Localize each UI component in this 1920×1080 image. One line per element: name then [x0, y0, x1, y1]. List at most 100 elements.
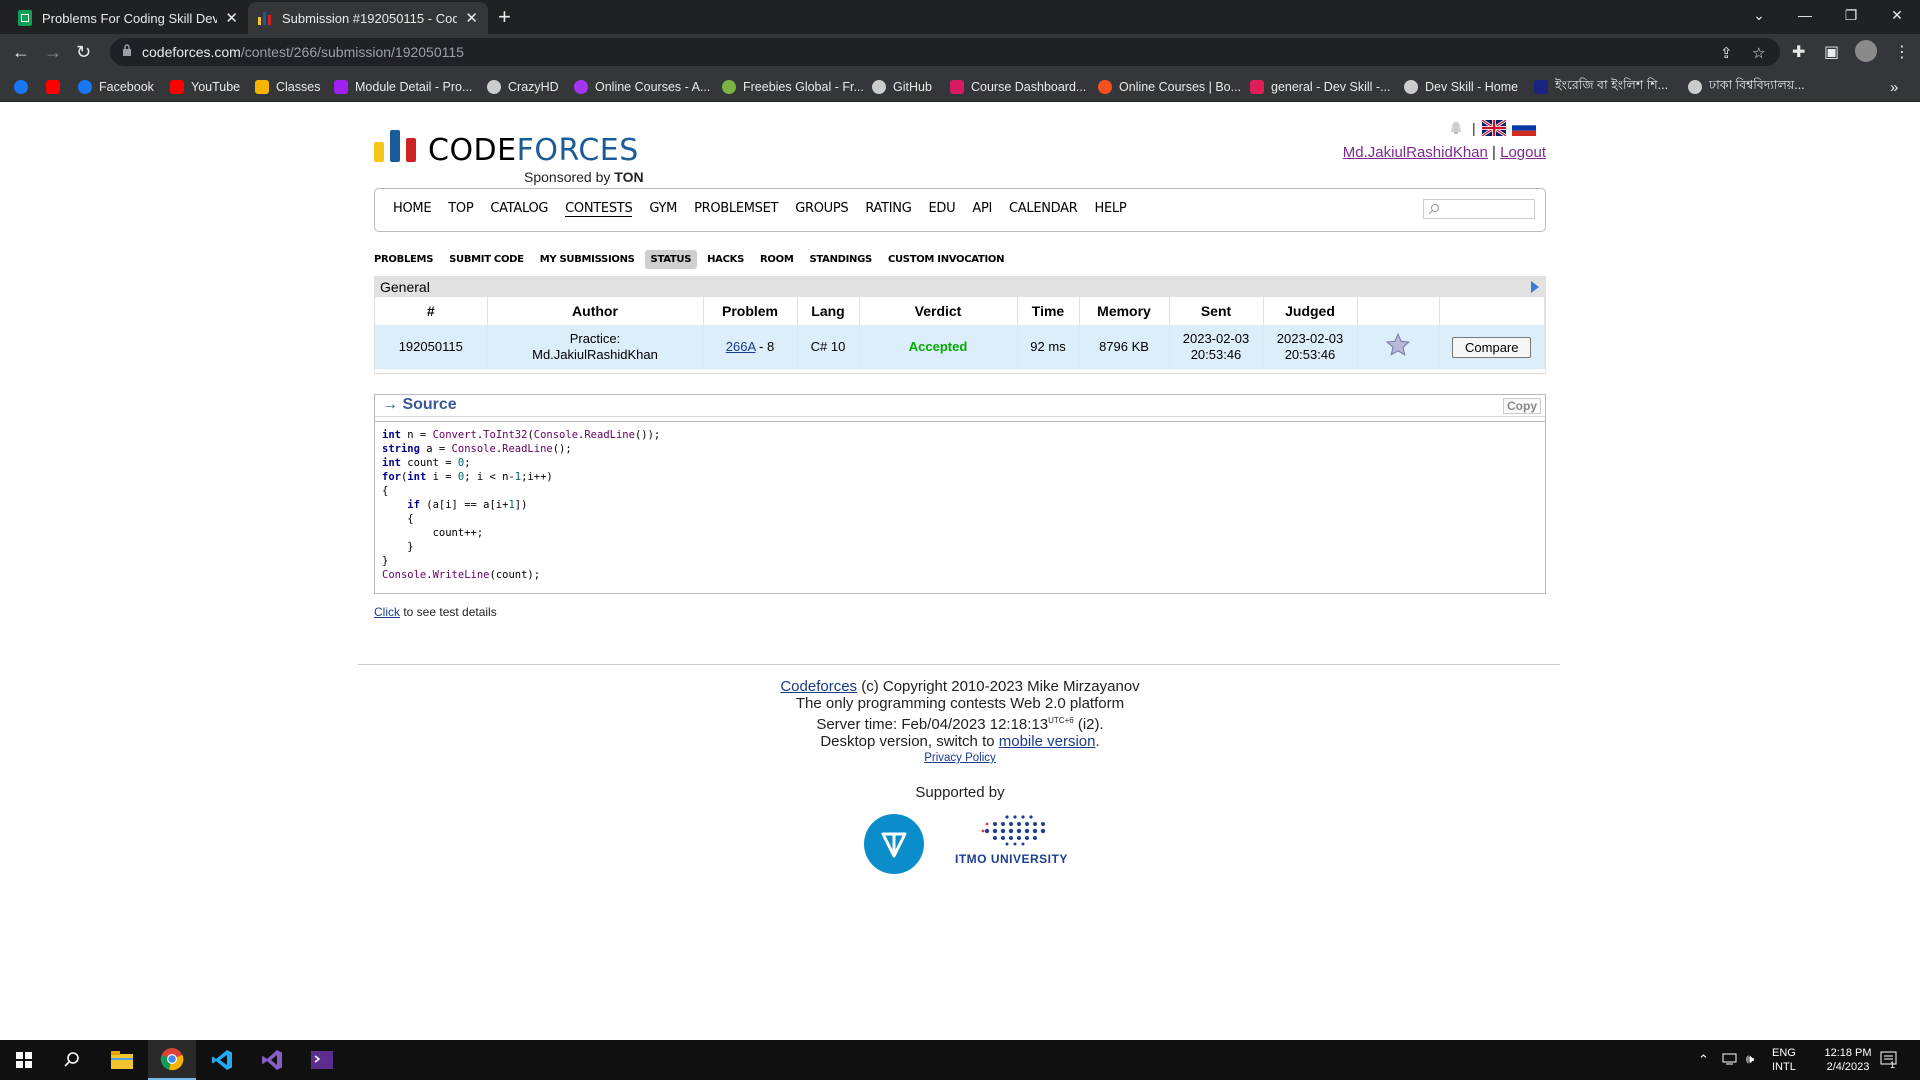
bookmark-dhaka-university[interactable]: ঢাকা বিশ্ববিদ্যালয়... [1688, 78, 1805, 96]
submenu-standings[interactable]: STANDINGS [809, 251, 872, 268]
click-link[interactable]: Click [374, 605, 400, 619]
contest-submenu: PROBLEMS SUBMIT CODE MY SUBMISSIONS STAT… [374, 250, 1020, 269]
menu-home[interactable]: HOME [393, 201, 432, 217]
submenu-status[interactable]: STATUS [644, 250, 698, 269]
english-flag-icon[interactable] [1481, 120, 1506, 136]
visual-studio-icon[interactable] [248, 1040, 296, 1080]
bookmark-course-dashboard[interactable]: Course Dashboard... [950, 78, 1086, 96]
ton-logo[interactable] [864, 814, 924, 874]
code-line: { [382, 513, 414, 525]
more-bookmarks-icon[interactable]: » [1890, 78, 1898, 96]
terminal-icon[interactable] [298, 1040, 346, 1080]
youtube-icon [46, 80, 60, 94]
forward-icon[interactable]: → [44, 42, 62, 62]
menu-edu[interactable]: EDU [929, 201, 956, 217]
tab-submission[interactable]: Submission #192050115 - Codef ✕ [248, 2, 488, 34]
test-details-line: Click to see test details [374, 605, 497, 619]
bookmark-github[interactable]: GitHub [872, 78, 932, 96]
menu-help[interactable]: HELP [1095, 201, 1127, 217]
tab-problems-for-coding[interactable]: Problems For Coding Skill Develo ✕ [8, 2, 248, 34]
supported-by-text: Supported by [915, 784, 1005, 801]
compare-button[interactable]: Compare [1452, 336, 1532, 358]
facebook-icon [14, 80, 28, 94]
bookmark-dev-skill-home[interactable]: Dev Skill - Home [1404, 78, 1518, 96]
submenu-custom-invocation[interactable]: CUSTOM INVOCATION [888, 251, 1004, 268]
tab-search-icon[interactable]: ⌄ [1736, 0, 1782, 30]
bookmark-english-learning[interactable]: ইংরেজি বা ইংলিশ শি... [1534, 78, 1668, 96]
submission-verdict: Accepted [859, 325, 1018, 369]
file-explorer-icon[interactable] [98, 1040, 146, 1080]
menu-groups[interactable]: GROUPS [795, 201, 848, 217]
restore-icon[interactable]: ❐ [1828, 0, 1874, 30]
submission-memory: 8796 KB [1079, 325, 1170, 369]
reload-icon[interactable]: ↻ [76, 42, 91, 62]
clock[interactable]: 12:18 PM 2/4/2023 [1808, 1046, 1888, 1074]
new-tab-icon[interactable]: + [498, 6, 511, 28]
bookmark-facebook[interactable]: Facebook [78, 78, 154, 96]
submenu-hacks[interactable]: HACKS [707, 251, 744, 268]
bookmark-general-dev-skill[interactable]: general - Dev Skill -... [1250, 78, 1390, 96]
notifications-icon[interactable]: 1 [1880, 1050, 1900, 1072]
menu-problemset[interactable]: PROBLEMSET [694, 201, 778, 217]
address-bar[interactable]: codeforces.com/contest/266/submission/19… [110, 38, 1780, 66]
menu-dots-icon[interactable]: ⋮ [1894, 42, 1910, 62]
itmo-logo[interactable]: ITMO UNIVERSITY [953, 814, 1078, 874]
search-taskbar-icon[interactable] [48, 1040, 96, 1080]
volume-icon[interactable]: 🕪 [1746, 1052, 1754, 1066]
input-language[interactable]: ENG INTL [1772, 1046, 1796, 1074]
back-icon[interactable]: ← [12, 42, 30, 62]
menu-catalog[interactable]: CATALOG [490, 201, 548, 217]
russian-flag-icon[interactable] [1511, 120, 1536, 136]
side-panel-icon[interactable]: ▣ [1824, 42, 1839, 62]
code-line: } [382, 555, 389, 567]
privacy-policy-link[interactable]: Privacy Policy [924, 752, 996, 764]
favorite-star-icon[interactable] [1385, 332, 1411, 358]
share-icon[interactable]: ⇪ [1720, 44, 1733, 62]
user-separator: | [1492, 144, 1496, 161]
bookmark-online-courses-bo[interactable]: Online Courses | Bo... [1098, 78, 1241, 96]
logout-link[interactable]: Logout [1500, 144, 1546, 161]
network-icon[interactable] [1722, 1052, 1738, 1070]
bookmark-crazyhd[interactable]: CrazyHD [487, 78, 559, 96]
username-link[interactable]: Md.JakiulRashidKhan [1343, 144, 1488, 161]
profile-avatar[interactable] [1855, 40, 1877, 62]
source-code[interactable]: int n = Convert.ToInt32(Console.ReadLine… [375, 421, 1545, 593]
main-menu: HOME TOP CATALOG CONTESTS GYM PROBLEMSET… [374, 188, 1546, 232]
menu-rating[interactable]: RATING [865, 201, 911, 217]
menu-calendar[interactable]: CALENDAR [1009, 201, 1078, 217]
show-hidden-icons-icon[interactable]: ⌃ [1698, 1053, 1709, 1067]
windows-start-icon[interactable] [0, 1040, 48, 1080]
submenu-my-submissions[interactable]: MY SUBMISSIONS [540, 251, 635, 268]
bookmark-online-courses[interactable]: Online Courses - A... [574, 78, 710, 96]
footer-codeforces-link[interactable]: Codeforces [780, 678, 857, 695]
close-icon[interactable]: ✕ [225, 9, 238, 27]
submenu-room[interactable]: ROOM [760, 251, 794, 268]
extensions-icon[interactable]: ✚ [1792, 42, 1805, 62]
bookmark-youtube-icon-only[interactable] [46, 78, 67, 96]
bookmark-youtube[interactable]: YouTube [170, 78, 240, 96]
bookmark-module-detail[interactable]: Module Detail - Pro... [334, 78, 472, 96]
chrome-taskbar-icon[interactable] [148, 1040, 196, 1080]
submenu-problems[interactable]: PROBLEMS [374, 251, 433, 268]
bookmark-freebies-global[interactable]: Freebies Global - Fr... [722, 78, 864, 96]
submenu-submit-code[interactable]: SUBMIT CODE [449, 251, 524, 268]
expand-arrow-icon[interactable] [1531, 281, 1539, 293]
menu-top[interactable]: TOP [448, 201, 473, 217]
notification-bell-icon[interactable] [1448, 120, 1464, 136]
codeforces-bars-icon [374, 130, 416, 162]
problem-link[interactable]: 266A [726, 339, 756, 354]
mobile-version-link[interactable]: mobile version [999, 733, 1096, 750]
menu-contests[interactable]: CONTESTS [565, 201, 633, 217]
bookmark-star-icon[interactable]: ☆ [1752, 44, 1765, 62]
bookmark-facebook-icon-only[interactable] [14, 78, 35, 96]
menu-gym[interactable]: GYM [649, 201, 677, 217]
close-window-icon[interactable]: ✕ [1874, 0, 1920, 30]
copy-button[interactable]: Copy [1503, 398, 1541, 414]
vscode-icon[interactable] [198, 1040, 246, 1080]
menu-api[interactable]: API [972, 201, 992, 217]
minimize-icon[interactable]: — [1782, 0, 1828, 30]
favorite-cell [1357, 325, 1440, 369]
close-icon[interactable]: ✕ [465, 9, 478, 27]
search-input[interactable] [1423, 199, 1535, 219]
bookmark-classes[interactable]: Classes [255, 78, 320, 96]
